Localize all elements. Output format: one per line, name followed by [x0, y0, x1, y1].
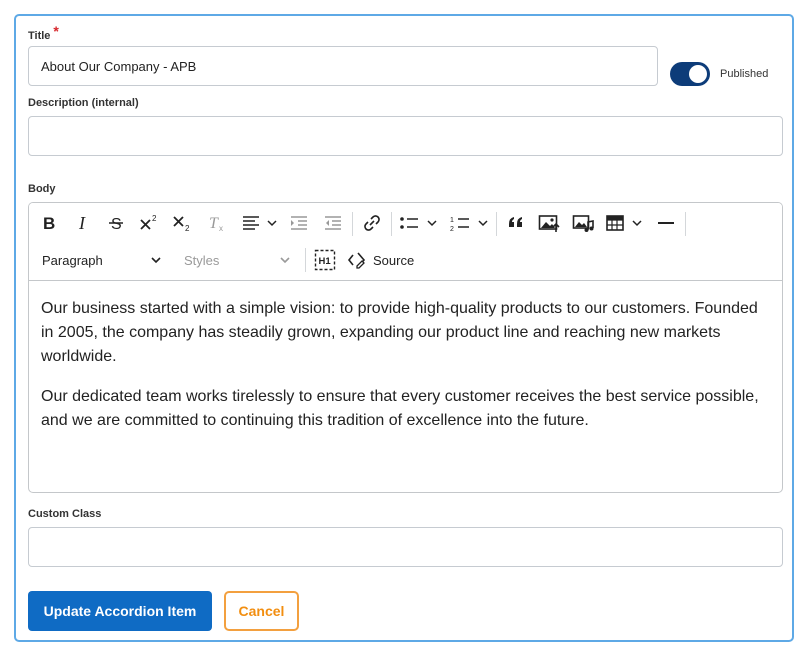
cancel-button[interactable]: Cancel [224, 591, 299, 631]
update-accordion-item-button[interactable]: Update Accordion Item [28, 591, 212, 631]
svg-text:x: x [219, 224, 223, 232]
description-input[interactable] [28, 116, 783, 156]
toolbar-separator [496, 212, 497, 236]
editor-toolbar: B I S 2 2 Tx 1 2 Paragraph Styles H1 Sou… [29, 203, 782, 281]
required-marker: * [53, 23, 59, 39]
heading-select-value: Paragraph [42, 252, 103, 268]
svg-text:1: 1 [450, 217, 454, 224]
blockquote-icon[interactable] [501, 208, 531, 238]
italic-icon[interactable]: I [68, 208, 98, 238]
editor-content[interactable]: Our business started with a simple visio… [29, 281, 782, 449]
numbered-list-icon[interactable]: 12 [447, 208, 492, 238]
svg-text:T: T [209, 215, 219, 232]
svg-text:2: 2 [185, 224, 190, 232]
published-toggle[interactable] [670, 62, 710, 86]
svg-text:S: S [111, 216, 122, 232]
table-icon[interactable] [604, 208, 646, 238]
styles-select[interactable]: Styles [179, 245, 294, 275]
chevron-down-icon [280, 257, 290, 264]
h1-label: H1 [319, 256, 332, 267]
svg-text:2: 2 [152, 214, 157, 223]
styles-select-value: Styles [184, 252, 220, 268]
remove-format-icon[interactable]: Tx [202, 208, 232, 238]
svg-text:I: I [78, 214, 86, 232]
title-label: Title * [28, 23, 59, 42]
body-paragraph: Our dedicated team works tirelessly to e… [41, 388, 759, 429]
toolbar-separator [685, 212, 686, 236]
toolbar-separator [352, 212, 353, 236]
insert-media-icon[interactable] [568, 208, 598, 238]
strikethrough-icon[interactable]: S [101, 208, 131, 238]
superscript-icon[interactable]: 2 [134, 208, 164, 238]
svg-text:2: 2 [450, 226, 454, 232]
indent-icon[interactable] [318, 208, 348, 238]
custom-class-label: Custom Class [28, 508, 102, 520]
svg-text:B: B [43, 214, 55, 232]
title-label-text: Title [28, 30, 51, 42]
source-label: Source [373, 252, 415, 268]
chevron-down-icon [151, 257, 161, 264]
bulleted-list-icon[interactable] [396, 208, 441, 238]
link-icon[interactable] [357, 208, 387, 238]
heading-h1-icon[interactable]: H1 [310, 245, 340, 275]
insert-image-icon[interactable] [534, 208, 564, 238]
subscript-icon[interactable]: 2 [167, 208, 197, 238]
toolbar-separator [305, 248, 306, 272]
rich-text-editor: B I S 2 2 Tx 1 2 Paragraph Styles H1 Sou… [28, 202, 783, 493]
description-label: Description (internal) [28, 97, 139, 109]
bold-icon[interactable]: B [34, 208, 64, 238]
toggle-knob [689, 65, 707, 83]
source-button[interactable]: Source [347, 245, 423, 275]
outdent-icon[interactable] [284, 208, 314, 238]
body-paragraph: Our business started with a simple visio… [41, 300, 758, 365]
align-icon[interactable] [239, 208, 281, 238]
heading-select[interactable]: Paragraph [35, 245, 167, 275]
source-icon [347, 252, 366, 269]
published-label: Published [720, 68, 769, 80]
body-label: Body [28, 183, 56, 195]
title-input[interactable] [28, 46, 658, 86]
horizontal-line-icon[interactable] [651, 208, 681, 238]
custom-class-input[interactable] [28, 527, 783, 567]
toolbar-separator [391, 212, 392, 236]
